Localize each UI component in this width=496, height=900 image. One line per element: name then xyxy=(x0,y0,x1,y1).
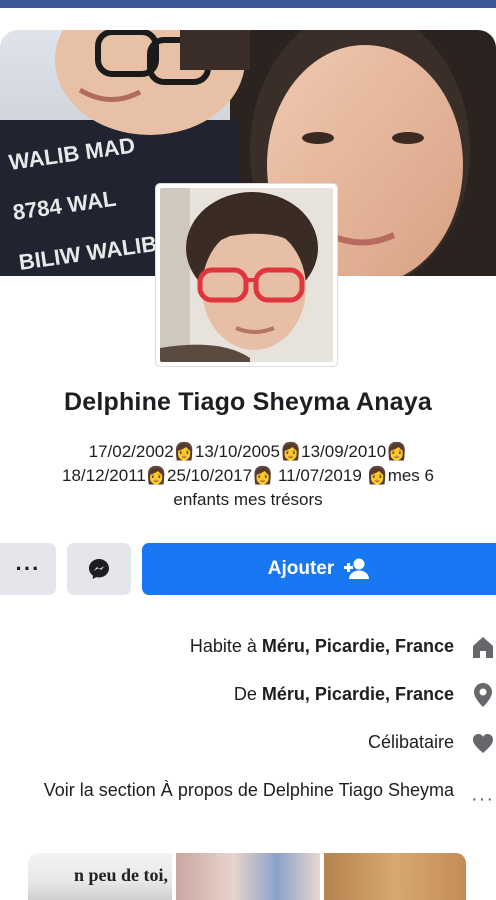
profile-name: Delphine Tiago Sheyma Anaya xyxy=(63,388,432,416)
add-friend-button[interactable]: Ajouter xyxy=(142,543,496,595)
photo-thumbnail[interactable] xyxy=(324,853,466,900)
more-dots-icon: ··· xyxy=(471,788,494,810)
messenger-icon xyxy=(89,559,109,579)
info-lives-in[interactable]: Habite à Méru, Picardie, France xyxy=(0,628,496,668)
bio-line: enfants mes trésors xyxy=(173,490,323,509)
profile-bio: 17/02/2002👩13/10/2005👩13/09/2010👩 18/12/… xyxy=(26,440,470,512)
home-icon xyxy=(473,637,493,658)
bio-line: 18/12/2011👩25/10/2017👩 11/07/2019 👩mes 6 xyxy=(62,466,434,485)
add-friend-label: Ajouter xyxy=(267,558,335,579)
from-prefix: De xyxy=(233,684,262,704)
photo-caption: n peu de toi, xyxy=(73,865,168,885)
relationship-status: Célibataire xyxy=(367,732,454,752)
from-place-link[interactable]: Méru, Picardie, France xyxy=(262,684,454,704)
photo-thumbnail[interactable]: n peu de toi, xyxy=(28,853,172,900)
bio-line: 17/02/2002👩13/10/2005👩13/09/2010👩 xyxy=(88,442,408,461)
location-pin-icon xyxy=(474,683,492,707)
photo-strip: n peu de toi, xyxy=(28,853,466,900)
heart-icon xyxy=(473,734,493,753)
profile-picture[interactable] xyxy=(156,184,337,366)
lives-prefix: Habite à xyxy=(189,636,262,656)
user-plus-icon xyxy=(344,558,370,579)
more-dots-icon: ··· xyxy=(15,556,41,581)
top-bar xyxy=(0,0,496,8)
photo-thumbnail[interactable] xyxy=(176,853,320,900)
about-section-link[interactable]: Voir la section À propos de Delphine Tia… xyxy=(20,778,454,802)
more-options-button[interactable]: ··· xyxy=(0,543,56,595)
info-from[interactable]: De Méru, Picardie, France xyxy=(0,676,496,716)
lives-place-link[interactable]: Méru, Picardie, France xyxy=(262,636,454,656)
info-relationship: Célibataire xyxy=(0,724,496,764)
message-button[interactable] xyxy=(67,543,131,595)
